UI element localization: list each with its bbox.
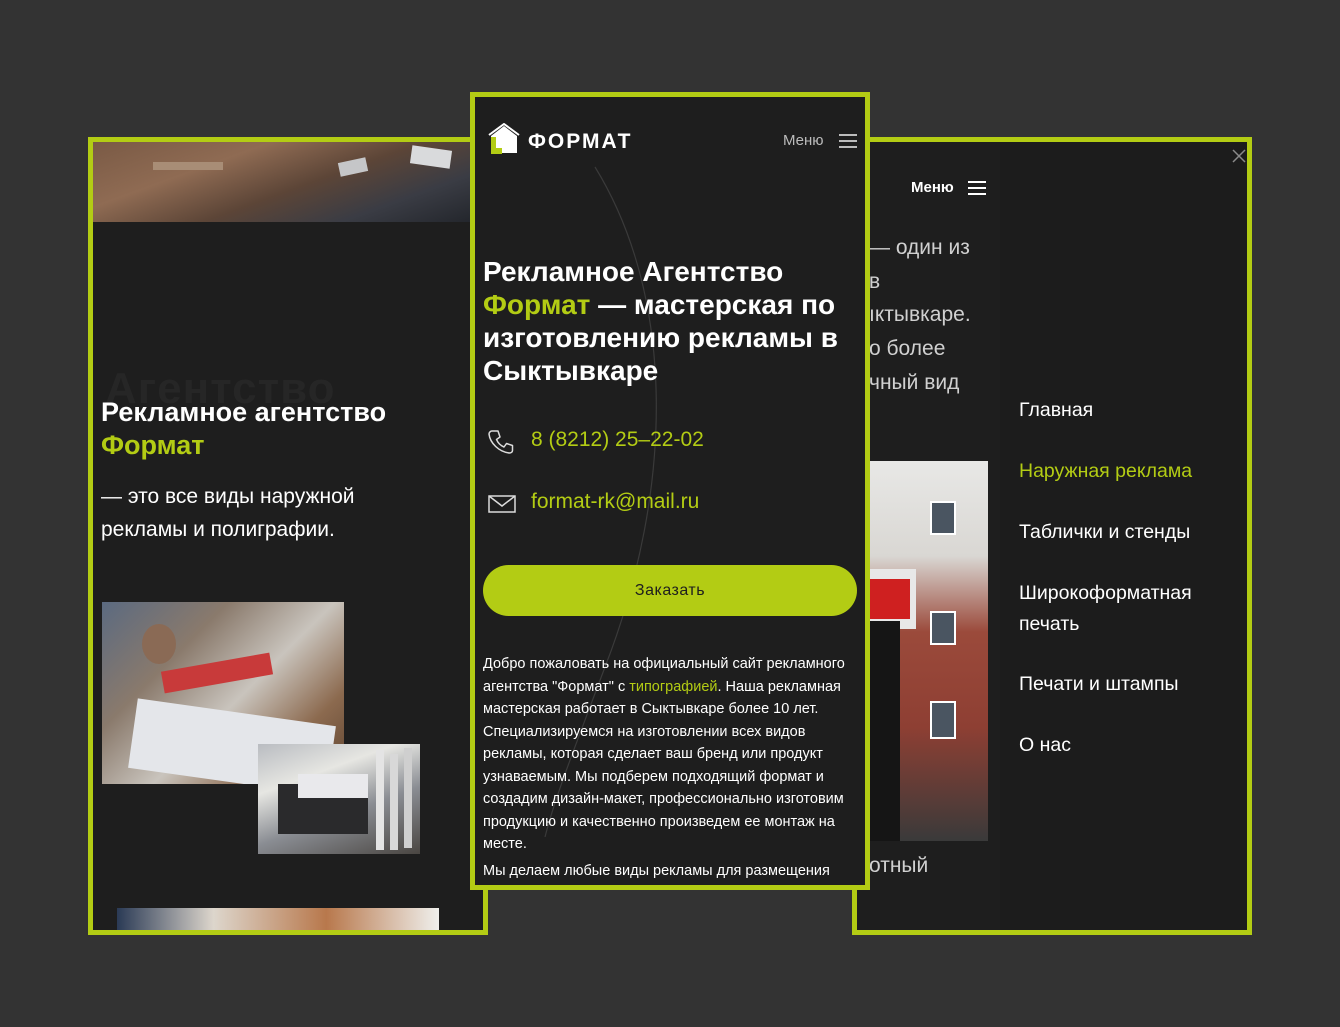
intro-text-end: . Наша рекламная мастерская работает в С… — [483, 678, 844, 853]
intro-text: Добро пожаловать на официальный сайт рек… — [483, 653, 855, 856]
nav-item-about[interactable]: О нас — [1019, 730, 1244, 761]
workshop-table-photo — [93, 142, 473, 222]
printer-photo — [258, 744, 420, 854]
left-title: Рекламное агентство Формат — [101, 396, 441, 462]
nav-drawer: Главная Наружная реклама Таблички и стен… — [1000, 142, 1247, 930]
logo-house-icon[interactable] — [488, 123, 520, 155]
mail-icon — [488, 495, 516, 513]
site-header: ФОРМАТ Меню — [475, 97, 865, 185]
left-title-accent: Формат — [101, 430, 205, 460]
burger-menu-icon[interactable] — [839, 134, 857, 148]
hero-title-accent: Формат — [483, 289, 591, 320]
nav-item-wide-format-print[interactable]: Широкоформатная печать — [1019, 578, 1244, 640]
left-subtitle: — это все виды наружной рекламы и полигр… — [101, 485, 355, 541]
menu-label[interactable]: Меню — [783, 132, 824, 149]
left-title-main: Рекламное агентство — [101, 397, 387, 427]
right-screen: Меню — один из в ıктывкаре. о более чный… — [852, 137, 1252, 935]
intro-text-cut-line: Мы делаем любые виды рекламы для размеще… — [483, 863, 830, 879]
background-text-line: отный — [869, 854, 929, 877]
nav-item-seals-and-stamps[interactable]: Печати и штампы — [1019, 669, 1244, 700]
close-icon[interactable] — [1231, 148, 1247, 164]
nav-item-plates-and-stands[interactable]: Таблички и стенды — [1019, 517, 1244, 548]
email-link[interactable]: format-rk@mail.ru — [531, 490, 699, 514]
phone-icon — [488, 430, 514, 454]
hero-title: Рекламное Агентство Формат — мастерская … — [483, 255, 853, 387]
nav-item-outdoor-advertising[interactable]: Наружная реклама — [1019, 456, 1244, 487]
nav-item-home[interactable]: Главная — [1019, 395, 1244, 426]
center-screen: ФОРМАТ Меню Рекламное Агентство Формат —… — [470, 92, 870, 890]
phone-link[interactable]: 8 (8212) 25–22-02 — [531, 428, 704, 452]
background-text-line: о более — [869, 337, 946, 360]
typography-link[interactable]: типографией — [629, 679, 717, 695]
background-text-line: в — [869, 270, 881, 293]
menu-label[interactable]: Меню — [911, 179, 954, 196]
logo-text[interactable]: ФОРМАТ — [528, 130, 632, 154]
email-contact[interactable]: format-rk@mail.ru — [483, 487, 853, 519]
background-text-line: ıктывкаре. — [869, 303, 971, 326]
left-screen: Агентство Рекламное агентство Формат — э… — [88, 137, 488, 935]
background-text-line: — один из — [869, 236, 970, 259]
office-photo — [117, 908, 439, 930]
background-text-line: чный вид — [869, 371, 960, 394]
building-signage-photo — [870, 461, 988, 841]
phone-contact[interactable]: 8 (8212) 25–22-02 — [483, 425, 853, 457]
order-button[interactable]: Заказать — [483, 565, 857, 616]
burger-menu-icon[interactable] — [968, 181, 986, 195]
hero-title-main: Рекламное Агентство — [483, 256, 784, 287]
